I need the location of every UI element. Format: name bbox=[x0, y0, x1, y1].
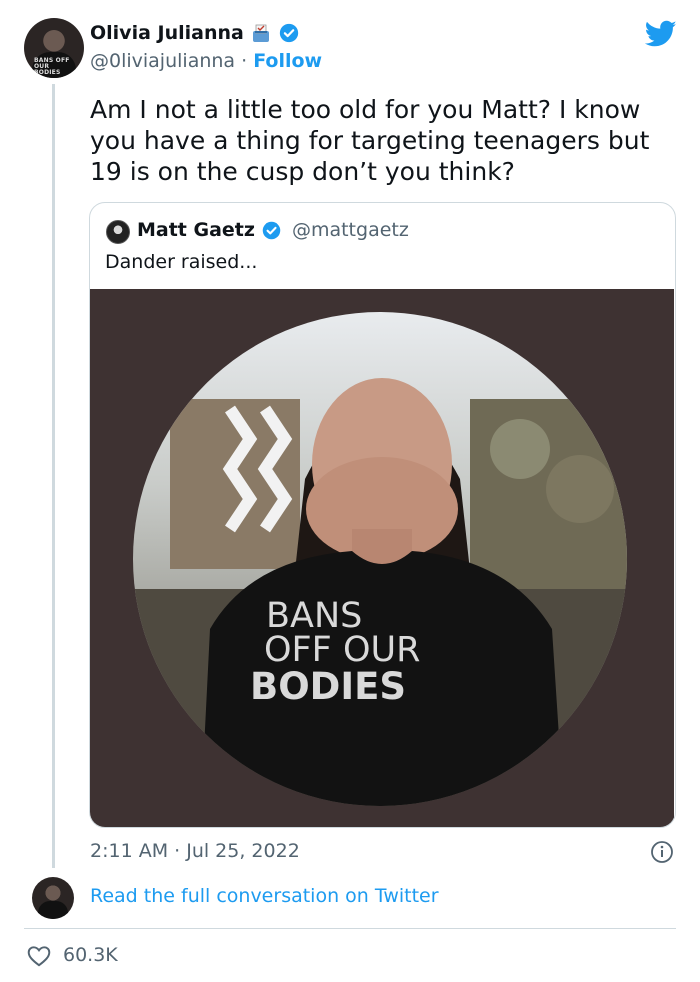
portrait-photo: BANS OFF OUR BODIES bbox=[133, 312, 627, 806]
heart-icon[interactable] bbox=[26, 943, 52, 969]
tweet-text: Am I not a little too old for you Matt? … bbox=[90, 95, 650, 186]
reply-avatar[interactable] bbox=[32, 877, 74, 919]
avatar-shirt-text: BANS OFF OUR BODIES bbox=[34, 57, 70, 76]
author-name-row[interactable]: Olivia Julianna bbox=[90, 22, 300, 44]
thread-line bbox=[52, 84, 55, 868]
ballot-box-emoji-icon bbox=[252, 24, 269, 42]
quoted-author-row: Matt Gaetz @mattgaetz bbox=[137, 219, 409, 241]
author-avatar[interactable]: BANS OFF OUR BODIES bbox=[24, 18, 84, 78]
quoted-author-name[interactable]: Matt Gaetz bbox=[137, 219, 255, 241]
like-count: 60.3K bbox=[63, 944, 118, 966]
verified-badge-icon bbox=[262, 221, 281, 239]
separator-dot: · bbox=[241, 50, 248, 72]
read-full-conversation-link[interactable]: Read the full conversation on Twitter bbox=[90, 885, 439, 907]
quoted-tweet-card[interactable]: Matt Gaetz @mattgaetz Dander raised... B… bbox=[89, 202, 676, 828]
info-icon[interactable] bbox=[650, 840, 674, 864]
quoted-author-handle[interactable]: @mattgaetz bbox=[292, 219, 409, 241]
verified-badge-icon bbox=[279, 23, 298, 43]
follow-button[interactable]: Follow bbox=[253, 50, 322, 72]
quoted-tweet-text: Dander raised... bbox=[105, 251, 258, 273]
shirt-text-line-3: BODIES bbox=[250, 665, 406, 708]
quoted-tweet-image[interactable]: BANS OFF OUR BODIES bbox=[90, 289, 674, 827]
tweet-timestamp[interactable]: 2:11 AM · Jul 25, 2022 bbox=[90, 840, 300, 862]
avatar-shirt bbox=[38, 901, 68, 919]
author-handle-row: @0liviajulianna · Follow bbox=[90, 50, 322, 72]
author-name[interactable]: Olivia Julianna bbox=[90, 22, 244, 44]
quoted-author-avatar[interactable] bbox=[106, 220, 130, 244]
author-handle[interactable]: @0liviajulianna bbox=[90, 50, 235, 72]
twitter-bird-icon[interactable] bbox=[645, 20, 677, 48]
shirt-text-line-2: OFF OUR bbox=[264, 630, 420, 670]
divider bbox=[24, 928, 676, 929]
